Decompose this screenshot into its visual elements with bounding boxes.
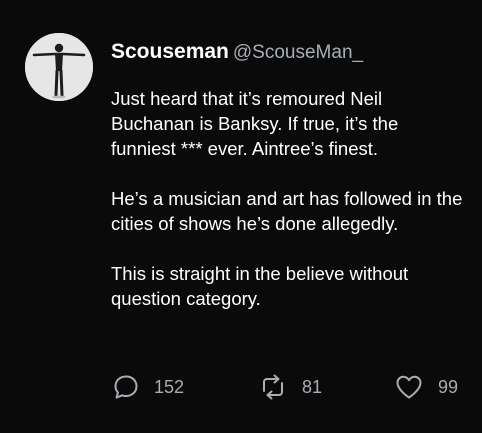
person-silhouette-icon bbox=[25, 33, 93, 101]
tweet-header: Scouseman @ScouseMan_ bbox=[111, 40, 363, 64]
tweet-card: Scouseman @ScouseMan_ Just heard that it’… bbox=[0, 0, 482, 433]
reply-button[interactable]: 152 bbox=[112, 372, 184, 402]
tweet-paragraph: He’s a musician and art has followed in … bbox=[111, 188, 463, 234]
display-name[interactable]: Scouseman bbox=[111, 40, 229, 63]
avatar[interactable] bbox=[25, 33, 93, 101]
retweet-button[interactable]: 81 bbox=[258, 372, 322, 402]
user-handle[interactable]: @ScouseMan_ bbox=[233, 42, 363, 63]
tweet-paragraph: This is straight in the believe without … bbox=[111, 263, 409, 309]
speech-bubble-icon bbox=[112, 373, 140, 401]
tweet-paragraph: Just heard that it’s remoured Neil Bucha… bbox=[111, 88, 399, 159]
retweet-arrows-icon bbox=[258, 373, 288, 401]
action-bar: 152 81 99 bbox=[0, 372, 482, 402]
tweet-body: Just heard that it’s remoured Neil Bucha… bbox=[111, 86, 467, 311]
like-count: 99 bbox=[438, 376, 459, 397]
like-button[interactable]: 99 bbox=[394, 372, 458, 402]
reply-count: 152 bbox=[154, 376, 185, 397]
retweet-count: 81 bbox=[302, 376, 323, 397]
heart-icon bbox=[394, 373, 424, 401]
